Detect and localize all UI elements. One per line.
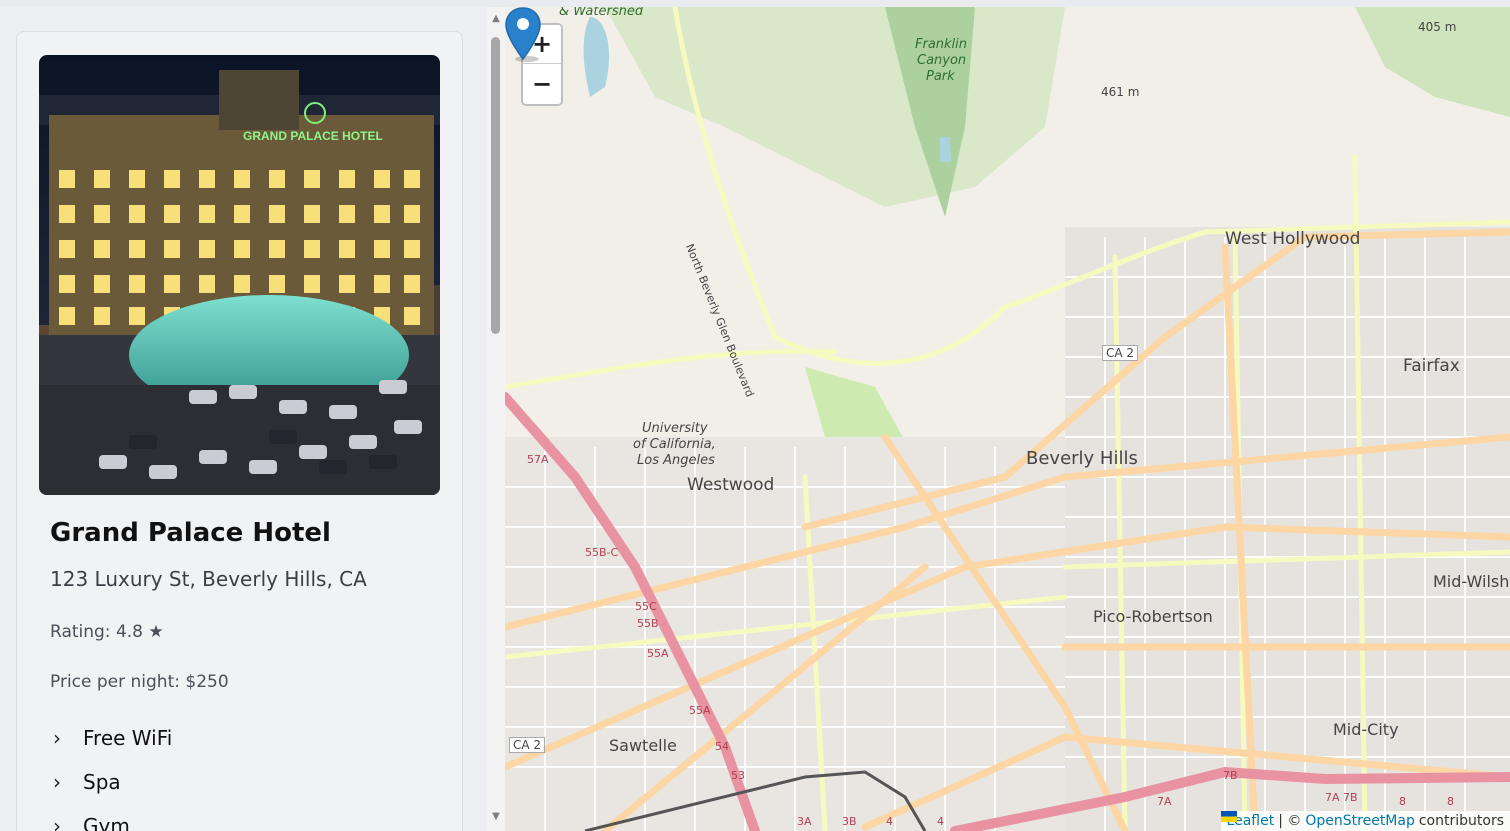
hotel-card: GRAND PALACE HOTEL Grand Palace Hotel 12… xyxy=(16,31,463,831)
chevron-right-icon: › xyxy=(53,770,61,794)
amenity-item-spa[interactable]: › Spa xyxy=(53,760,172,804)
hotel-panel: GRAND PALACE HOTEL Grand Palace Hotel 12… xyxy=(0,7,487,831)
map-label-mid-wilshire: Mid-Wilsh xyxy=(1433,572,1510,591)
map-label-ca2-a: CA 2 xyxy=(1102,345,1139,361)
map-label-exit-55b: 55B xyxy=(637,617,659,630)
panel-scrollbar[interactable]: ▲ ▼ xyxy=(487,7,505,831)
chevron-right-icon: › xyxy=(53,726,61,750)
scroll-down-arrow-icon[interactable]: ▼ xyxy=(487,811,505,823)
map-label-exit-3a: 3A xyxy=(797,815,812,828)
map-label-exit-54: 54 xyxy=(715,740,729,753)
map-label-mid-city: Mid-City xyxy=(1333,720,1399,739)
map-label-exit-55bc: 55B-C xyxy=(585,546,619,559)
map-label-exit-8: 8 xyxy=(1399,795,1406,808)
map-label-exit-7a: 7A xyxy=(1157,795,1172,808)
top-strip xyxy=(0,0,1510,7)
map-label-westwood: Westwood xyxy=(687,475,775,495)
map-view[interactable]: & Watershed Franklin Canyon Park 461 m 4… xyxy=(505,7,1510,831)
map-label-ucla-1: University xyxy=(642,421,708,436)
map-label-exit-7b: 7B xyxy=(1223,769,1238,782)
map-label-sawtelle: Sawtelle xyxy=(609,736,677,755)
map-label-ucla-3: Los Angeles xyxy=(637,453,715,468)
amenity-label: Spa xyxy=(83,770,121,794)
map-label-exit-4a: 4 xyxy=(886,815,893,828)
map-label-franklin-3: Park xyxy=(926,69,955,84)
map-label-exit-55a-2: 55A xyxy=(689,704,711,717)
hotel-address: 123 Luxury St, Beverly Hills, CA xyxy=(50,567,367,591)
hotel-name: Grand Palace Hotel xyxy=(50,518,331,548)
map-label-exit-57a: 57A xyxy=(527,453,549,466)
attribution-separator: | © xyxy=(1278,813,1302,829)
attribution-suffix: contributors xyxy=(1418,813,1504,829)
map-label-exit-3b: 3B xyxy=(842,815,857,828)
map-label-franklin-2: Canyon xyxy=(917,53,967,68)
map-attribution: Leaflet | © OpenStreetMap contributors xyxy=(1220,811,1510,831)
map-label-pico-robertson: Pico-Robertson xyxy=(1093,607,1213,626)
zoom-out-button[interactable]: − xyxy=(523,64,561,103)
scroll-up-arrow-icon[interactable]: ▲ xyxy=(487,13,505,25)
amenity-label: Free WiFi xyxy=(83,726,173,750)
amenities-list: › Free WiFi › Spa › Gym xyxy=(53,716,172,831)
map-label-exit-8b: 8 xyxy=(1447,795,1454,808)
map-label-franklin-1: Franklin xyxy=(915,37,968,52)
map-label-elev-461: 461 m xyxy=(1101,85,1140,99)
map-marker-icon[interactable] xyxy=(505,7,541,63)
ukraine-flag-icon xyxy=(1220,811,1237,822)
map-label-fairfax: Fairfax xyxy=(1403,356,1460,376)
openstreetmap-link[interactable]: OpenStreetMap xyxy=(1305,813,1414,829)
amenity-item-wifi[interactable]: › Free WiFi xyxy=(53,716,172,760)
map-label-ucla-2: of California, xyxy=(633,437,716,452)
map-label-west-hollywood: West Hollywood xyxy=(1225,229,1361,249)
svg-text:GRAND PALACE HOTEL: GRAND PALACE HOTEL xyxy=(243,129,383,143)
hotel-photo-image: GRAND PALACE HOTEL xyxy=(39,55,440,495)
map-label-elev-405: 405 m xyxy=(1418,20,1457,34)
map-label-exit-55a: 55A xyxy=(647,647,669,660)
amenity-item-gym[interactable]: › Gym xyxy=(53,804,172,831)
map-label-exit-53: 53 xyxy=(731,769,745,782)
chevron-right-icon: › xyxy=(53,814,61,831)
map-label-exit-7b-2: 7A 7B xyxy=(1325,791,1358,804)
hotel-photo: GRAND PALACE HOTEL xyxy=(39,55,440,495)
scrollbar-thumb[interactable] xyxy=(491,37,500,334)
map-label-beverly-hills: Beverly Hills xyxy=(1026,448,1138,469)
amenity-label: Gym xyxy=(83,814,130,831)
map-label-watershed: & Watershed xyxy=(559,7,644,19)
hotel-price: Price per night: $250 xyxy=(50,672,229,692)
map-label-ca2-b: CA 2 xyxy=(509,737,546,753)
map-tiles xyxy=(505,7,1510,831)
map-label-exit-55c: 55C xyxy=(635,600,657,613)
map-label-exit-4b: 4 xyxy=(937,815,944,828)
hotel-rating: Rating: 4.8 ★ xyxy=(50,622,164,642)
